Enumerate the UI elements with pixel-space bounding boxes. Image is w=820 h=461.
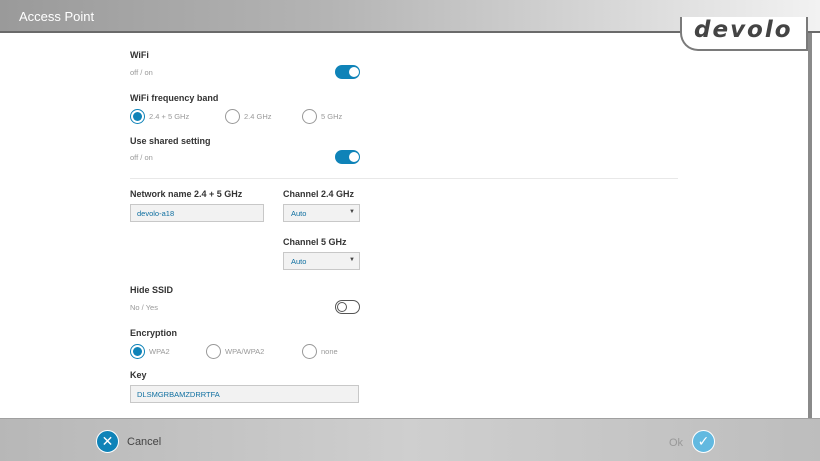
wifi-sub: off / on <box>130 68 153 77</box>
key-input[interactable]: DLSMGRBAMZDRRTFA <box>130 385 359 403</box>
hide-ssid-toggle[interactable] <box>335 300 360 314</box>
radio-label: 5 GHz <box>321 112 343 121</box>
radio-label: 2.4 + 5 GHz <box>149 112 190 121</box>
band-radio-5[interactable]: 5 GHz <box>302 109 342 124</box>
channel-24-select[interactable]: Auto ▼ <box>283 204 360 222</box>
band-radio-24[interactable]: 2.4 GHz <box>225 109 272 124</box>
section-divider <box>130 178 678 179</box>
channel-24-label: Channel 2.4 GHz <box>283 189 355 199</box>
hide-ssid-label: Hide SSID <box>130 285 174 295</box>
hide-ssid-sub: No / Yes <box>130 303 158 312</box>
encryption-radio-wpa2[interactable]: WPA2 <box>130 344 170 359</box>
radio-dot <box>302 109 317 124</box>
toggle-knob <box>348 151 359 162</box>
shared-toggle[interactable] <box>335 150 360 164</box>
footer-bar: ✕ Cancel Ok ✓ <box>0 418 820 461</box>
network-name-label: Network name 2.4 + 5 GHz <box>130 189 243 199</box>
wifi-label: WiFi <box>130 50 149 60</box>
radio-label: 2.4 GHz <box>244 112 272 121</box>
radio-label: WPA/WPA2 <box>225 347 265 356</box>
encryption-radio-wpa-wpa2[interactable]: WPA/WPA2 <box>206 344 264 359</box>
checkmark-icon[interactable]: ✓ <box>692 430 715 453</box>
band-radio-dual[interactable]: 2.4 + 5 GHz <box>130 109 189 124</box>
radio-dot <box>302 344 317 359</box>
cancel-button[interactable]: Cancel <box>127 436 161 448</box>
right-rail <box>808 33 812 418</box>
caret-down-icon: ▼ <box>349 257 355 263</box>
encryption-radio-none[interactable]: none <box>302 344 338 359</box>
settings-panel: WiFi off / on WiFi frequency band 2.4 + … <box>0 35 808 418</box>
channel-5-label: Channel 5 GHz <box>283 237 347 247</box>
radio-label: WPA2 <box>149 347 170 356</box>
radio-dot <box>225 109 240 124</box>
radio-dot <box>130 109 145 124</box>
shared-label: Use shared setting <box>130 136 211 146</box>
toggle-knob <box>348 66 359 77</box>
band-label: WiFi frequency band <box>130 93 219 103</box>
key-label: Key <box>130 370 147 380</box>
ok-button[interactable]: Ok <box>669 437 683 449</box>
shared-sub: off / on <box>130 153 153 162</box>
caret-down-icon: ▼ <box>349 209 355 215</box>
toggle-knob <box>336 301 347 312</box>
window-title: Access Point <box>19 9 95 24</box>
network-name-input[interactable]: devolo-a18 <box>130 204 264 222</box>
encryption-label: Encryption <box>130 328 178 338</box>
select-value: Auto <box>291 209 307 218</box>
select-value: Auto <box>291 257 307 266</box>
close-icon[interactable]: ✕ <box>96 430 119 453</box>
radio-dot <box>206 344 221 359</box>
radio-label: none <box>321 347 338 356</box>
wifi-toggle[interactable] <box>335 65 360 79</box>
radio-dot <box>130 344 145 359</box>
channel-5-select[interactable]: Auto ▼ <box>283 252 360 270</box>
